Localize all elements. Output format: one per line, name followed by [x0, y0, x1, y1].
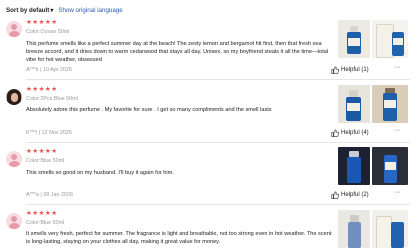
- more-options-icon[interactable]: ···: [394, 64, 401, 71]
- more-options-icon[interactable]: ···: [394, 127, 401, 134]
- sort-dropdown[interactable]: Sort by default▾: [6, 7, 53, 14]
- star-rating: ★★★★★: [26, 86, 58, 93]
- review-author-date: K***i | 12 Nov 2025: [26, 130, 73, 136]
- bottle-label: [385, 162, 396, 170]
- avatar: [6, 89, 22, 105]
- thumbs-up-icon: [331, 191, 339, 199]
- helpful-count: Helpful (1): [341, 67, 369, 73]
- review-divider: [26, 79, 410, 80]
- review-photos: [338, 147, 408, 185]
- more-options-icon[interactable]: ···: [394, 189, 401, 196]
- bottle-cap: [350, 26, 358, 32]
- helpful-count: Helpful (4): [341, 130, 369, 136]
- review-photo[interactable]: [338, 20, 370, 58]
- bottle-label: [348, 38, 360, 46]
- avatar: [6, 213, 22, 229]
- bottle-cap: [349, 90, 358, 97]
- review-photos: [338, 20, 408, 58]
- review-photo[interactable]: [372, 85, 408, 123]
- review-photo[interactable]: [372, 147, 408, 185]
- perfume-bottle: [391, 222, 404, 248]
- avatar-face: [10, 93, 18, 102]
- review-variant: Color:Ocean 50ml: [26, 29, 70, 35]
- star-rating: ★★★★★: [26, 148, 58, 155]
- review-photos: [338, 210, 408, 248]
- helpful-button[interactable]: Helpful (1): [331, 66, 369, 74]
- perfume-bottle: [348, 222, 361, 248]
- avatar: [6, 151, 22, 167]
- review-photo[interactable]: [338, 85, 370, 123]
- review-text: This smells so good on my husband. I'll …: [26, 170, 174, 176]
- helpful-count: Helpful (2): [341, 192, 369, 198]
- star-rating: ★★★★★: [26, 19, 58, 26]
- review-divider: [26, 142, 410, 143]
- thumbs-up-icon: [331, 129, 339, 137]
- review-author-date: A***a | 28 Jan 2026: [26, 192, 73, 198]
- bottle-cap: [385, 88, 395, 93]
- review-variant: Color:2Pcs Blue 50ml: [26, 96, 78, 102]
- review-divider: [26, 204, 410, 205]
- bottle-label: [384, 100, 396, 108]
- star-rating: ★★★★★: [26, 210, 58, 217]
- bottle-label: [347, 103, 360, 111]
- review-author-date: A***k | 10 Apr 2026: [26, 67, 73, 73]
- review-text: Absolutely adore this perfume . My favor…: [26, 107, 272, 113]
- avatar: [6, 21, 22, 37]
- bottle-label: [393, 38, 403, 45]
- show-original-language-link[interactable]: Show original language: [58, 7, 122, 14]
- sort-dropdown-label: Sort by default: [6, 6, 50, 14]
- review-text: This perfume smells like a perfect summe…: [26, 41, 329, 63]
- review-photo[interactable]: [372, 210, 408, 248]
- thumbs-up-icon: [331, 66, 339, 74]
- helpful-button[interactable]: Helpful (2): [331, 191, 369, 199]
- bottle-cap: [350, 215, 359, 222]
- bottle-cap: [349, 151, 359, 157]
- review-photo[interactable]: [338, 210, 370, 248]
- perfume-box: [376, 216, 392, 248]
- review-text: It smells very fresh, perfect for summer…: [26, 231, 332, 245]
- review-photo[interactable]: [338, 147, 370, 185]
- perfume-bottle: [347, 157, 361, 183]
- chevron-down-icon: ▾: [50, 7, 54, 14]
- review-variant: Color:Blue 50ml: [26, 158, 65, 164]
- review-photos: [338, 85, 408, 123]
- review-variant: Color:Blue 50ml: [26, 220, 65, 226]
- review-toolbar: Sort by default▾ Show original language: [6, 4, 123, 16]
- helpful-button[interactable]: Helpful (4): [331, 129, 369, 137]
- review-photo[interactable]: [372, 20, 408, 58]
